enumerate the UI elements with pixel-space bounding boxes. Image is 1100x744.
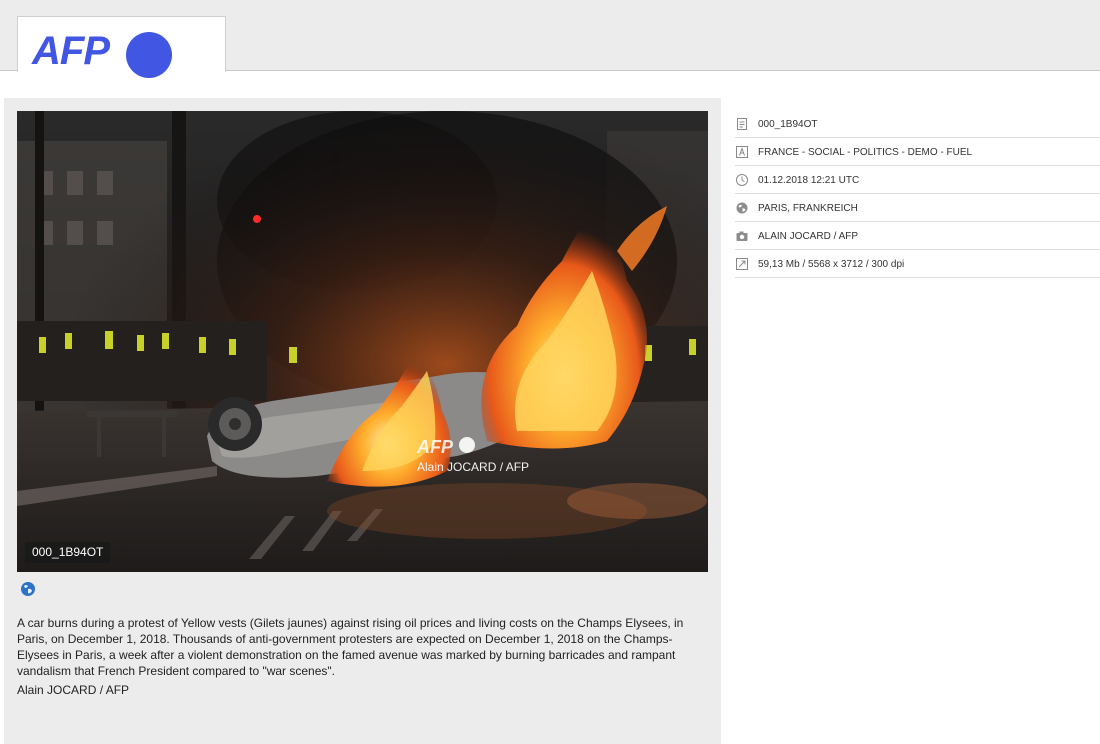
camera-icon (736, 231, 748, 241)
metadata-row-location: PARIS, FRANKREICH (735, 194, 1100, 222)
afp-logo-text: AFP (32, 29, 110, 73)
afp-logo-dot-icon (126, 32, 172, 78)
watermark-logo-dot-icon (459, 437, 475, 453)
metadata-keywords: FRANCE - SOCIAL - POLITICS - DEMO - FUEL (758, 147, 973, 158)
resize-icon (736, 258, 748, 270)
photo-id-badge: 000_1B94OT (25, 542, 111, 563)
metadata-date: 01.12.2018 12:21 UTC (758, 175, 860, 186)
metadata-photographer: ALAIN JOCARD / AFP (758, 231, 859, 242)
globe-icon[interactable] (21, 582, 35, 596)
photo-caption-credit: Alain JOCARD / AFP (17, 683, 130, 697)
header-bar: AFP (0, 0, 1100, 78)
logo-tab[interactable]: AFP (17, 16, 226, 78)
document-icon (737, 118, 747, 130)
photo-caption: A car burns during a protest of Yellow v… (17, 616, 684, 678)
metadata-row-date: 01.12.2018 12:21 UTC (735, 166, 1100, 194)
metadata-row-photographer: ALAIN JOCARD / AFP (735, 222, 1100, 250)
globe-icon (736, 202, 748, 214)
metadata-location: PARIS, FRANKREICH (758, 203, 858, 214)
watermark-logo-text: AFP (417, 437, 453, 457)
metadata-list: 000_1B94OT FRANCE - SOCIAL - POLITICS - … (735, 110, 1100, 278)
photo-panel: AFP Alain JOCARD / AFP 000_1B94OT A car … (4, 98, 721, 744)
metadata-row-keywords: FRANCE - SOCIAL - POLITICS - DEMO - FUEL (735, 138, 1100, 166)
clock-icon (736, 174, 748, 186)
metadata-row-id: 000_1B94OT (735, 110, 1100, 138)
watermark-credit: Alain JOCARD / AFP (417, 460, 530, 474)
news-photo[interactable]: AFP Alain JOCARD / AFP 000_1B94OT (17, 111, 708, 572)
photo-scene (17, 111, 708, 572)
text-icon (736, 146, 748, 158)
photo-watermark: AFP Alain JOCARD / AFP (413, 435, 553, 485)
metadata-id: 000_1B94OT (758, 119, 818, 130)
metadata-file-info: 59,13 Mb / 5568 x 3712 / 300 dpi (758, 259, 905, 270)
metadata-row-file-info: 59,13 Mb / 5568 x 3712 / 300 dpi (735, 250, 1100, 278)
